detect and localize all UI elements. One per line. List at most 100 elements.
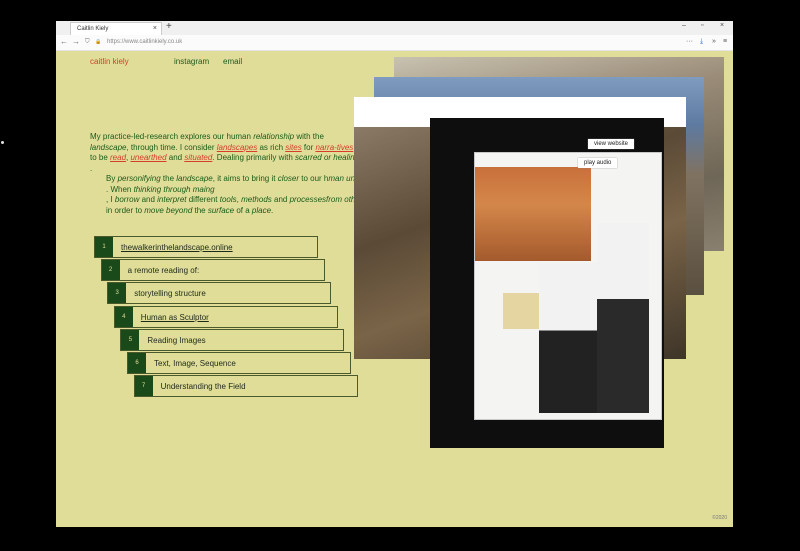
menu-item-3[interactable]: 3 storytelling structure [107,282,332,305]
intro-paragraph-2: By personifying the landscape, it aims t… [90,174,380,216]
site-name-link[interactable]: caitlin kiely [90,57,129,66]
man-figure-left [539,263,597,413]
menu-item-number: 3 [108,283,127,304]
instagram-link[interactable]: instagram [174,57,209,66]
intro-emphasis: surface [207,205,235,215]
cursor-dot [1,141,4,144]
intro-text-run: of a [234,205,252,215]
email-link[interactable]: email [223,57,242,66]
browser-window: Caitlin Kiely × + – ▫ × ← → ⛉ 🔒 https://… [56,21,733,527]
intro-keyword-link[interactable]: tives [337,143,353,152]
intro-text-run: as rich [257,142,286,152]
menu-item-5[interactable]: 5 Reading Images [120,328,345,351]
intro-emphasis: methods [241,195,272,204]
window-close-icon[interactable]: × [720,22,724,29]
menu-item-2[interactable]: 2 a remote reading of: [100,259,325,282]
intro-emphasis: interpret [157,195,187,204]
forward-icon[interactable]: → [72,37,80,46]
intro-text-run: . Dealing primarily with [212,153,296,162]
menu-item-number: 7 [134,376,153,397]
intro-text-run: and [166,153,185,162]
menu-item-label: storytelling structure [134,289,206,299]
intro-text-run: for [301,142,316,152]
intro-keyword-link[interactable]: landscapes [217,143,257,152]
intro-emphasis: landscape [90,142,127,152]
overflow-icon[interactable]: » [712,38,716,45]
intro-emphasis: closer [277,174,300,183]
menu-item-label: Text, Image, Sequence [154,359,236,368]
intro-emphasis: relationship [253,132,295,141]
lock-icon[interactable]: 🔒 [95,39,101,45]
intro-text-run: with the [294,132,324,141]
nav-bar: ← → ⛉ 🔒 https://www.caitlinkiely.co.uk ·… [56,35,733,51]
play-audio-button[interactable]: play audio [578,158,618,168]
man-figure-right [597,223,649,413]
intro-emphasis: place [251,205,272,215]
intro-text-run: , I [106,195,115,204]
menu-icon[interactable]: ≡ [723,38,727,45]
back-icon[interactable]: ← [60,37,68,46]
intro-keyword-link[interactable]: sites [285,143,301,152]
copyright: ©2020 [712,515,727,521]
menu-item-number: 1 [95,237,113,257]
intro-text-run: and [271,195,290,204]
page-content: caitlin kiely instagram email My practic… [56,51,733,527]
intro-emphasis: borrow [114,195,140,204]
intro-text-run: and [139,195,158,204]
intro-text-run: By [106,174,118,183]
menu-item-1[interactable]: 1 thewalkerinthelandscape.online [94,236,318,258]
intro-keyword-link[interactable]: situated [184,153,212,162]
tab-close-icon[interactable]: × [153,25,157,32]
download-icon[interactable]: ⤓ [700,38,703,46]
intro-text-run: different [186,195,220,204]
intro-text-run: . [90,163,93,173]
restore-icon[interactable]: ▫ [701,22,703,29]
intro-text-run: . [271,205,274,215]
browser-tab[interactable]: Caitlin Kiely × [70,22,162,35]
intro-keyword-link[interactable]: unearthed [130,153,166,162]
menu-item-label: a remote reading of: [127,266,200,276]
menu-item-label: Understanding the Field [160,382,246,392]
intro-emphasis: thinking through ma [133,184,204,194]
painting-in-photo [475,167,591,261]
intro-text-run: . When [106,184,134,194]
intro-text-run: the [160,174,177,183]
intro-text-run: in order to [106,205,145,215]
intro-emphasis: move beyond [144,205,193,215]
tab-title: Caitlin Kiely [77,26,109,32]
menu-item-6[interactable]: 6 Text, Image, Sequence [127,352,351,374]
intro-text: My practice-led-research explores our hu… [90,132,380,216]
intro-text-run: , it aims to bring it [212,174,278,183]
front-card[interactable]: view website play audio [430,118,664,448]
menu-item-number: 5 [121,329,140,350]
new-tab-icon[interactable]: + [166,21,172,32]
intro-keyword-link[interactable]: read [110,153,126,162]
intro-emphasis: landscape [176,174,213,183]
intro-paragraph-1: My practice-led-research explores our hu… [90,132,380,174]
minimize-icon[interactable]: – [682,22,686,29]
shield-icon[interactable]: ⛉ [85,39,90,46]
url-bar[interactable]: https://www.caitlinkiely.co.uk [107,39,182,45]
tab-bar: Caitlin Kiely × + – ▫ × [56,21,733,36]
intro-text-run: , through time. I consider [126,142,217,152]
view-website-button[interactable]: view website [588,139,635,149]
intro-text-run: to be [90,153,111,162]
menu-item-number: 4 [114,306,133,327]
book-page-photo [474,152,662,420]
intro-emphasis: tools [219,195,237,204]
menu-item-label: thewalkerinthelandscape.online [121,243,233,252]
menu-item-number: 6 [128,353,146,373]
intro-text-run: the [192,205,208,215]
intro-text-run: to our h [299,174,329,183]
intro-text-run: My practice-led-research explores our hu… [90,132,254,141]
menu-item-number: 2 [101,260,120,281]
more-icon[interactable]: ··· [686,38,693,45]
intro-emphasis: processes [289,195,327,204]
intro-emphasis: ing [203,184,215,194]
intro-emphasis: personifying [117,174,161,183]
menu-item-label: Reading Images [147,335,206,345]
menu-item-4[interactable]: 4 Human as Sculptor [113,305,338,328]
intro-keyword-link[interactable]: narra- [315,143,336,152]
menu-item-7[interactable]: 7 Understanding the Field [133,375,358,398]
yellow-sign-in-photo [503,293,539,329]
